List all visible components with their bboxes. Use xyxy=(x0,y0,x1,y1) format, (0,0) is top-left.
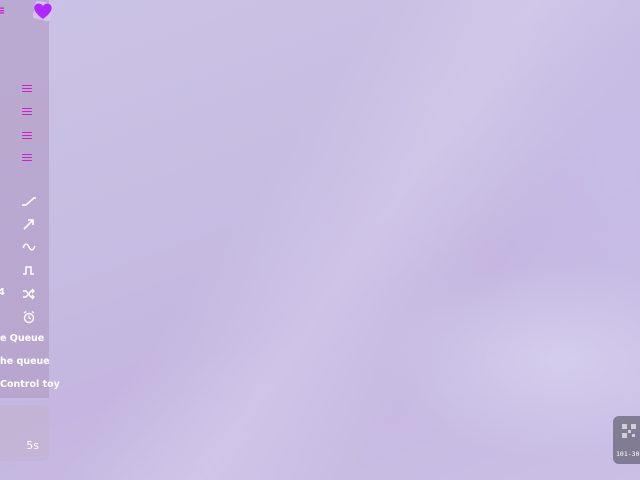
list-icon[interactable] xyxy=(22,130,32,140)
heart-icon[interactable] xyxy=(31,0,55,22)
pattern-side-label: 4 xyxy=(0,287,5,298)
control-toy-link[interactable]: Control toy xyxy=(0,378,60,392)
list-icon[interactable] xyxy=(22,152,32,162)
queue-link-2[interactable]: he queue xyxy=(0,355,50,369)
background xyxy=(0,0,640,480)
timer-card: 5s xyxy=(0,405,49,461)
list-icon[interactable] xyxy=(22,106,32,116)
queue-link-1[interactable]: e Queue xyxy=(0,332,44,346)
side-control-panel: ≡ 4 e Queue he queue Control toy xyxy=(0,0,60,398)
hamburger-icon[interactable]: ≡ xyxy=(0,4,6,18)
list-icon[interactable] xyxy=(22,59,32,69)
wave-icon[interactable] xyxy=(21,240,37,254)
shuffle-icon[interactable] xyxy=(21,287,37,301)
qr-code-icon xyxy=(622,424,636,438)
pulse-icon[interactable] xyxy=(21,263,37,277)
rise-icon[interactable] xyxy=(21,217,37,231)
alarm-clock-icon[interactable] xyxy=(21,310,37,324)
ramp-up-icon[interactable] xyxy=(21,194,37,208)
preview-label: 101-30( xyxy=(616,450,640,458)
preview-thumbnail[interactable]: 101-30( xyxy=(613,416,640,464)
list-icon[interactable] xyxy=(22,83,32,93)
timer-value: 5s xyxy=(26,439,39,452)
